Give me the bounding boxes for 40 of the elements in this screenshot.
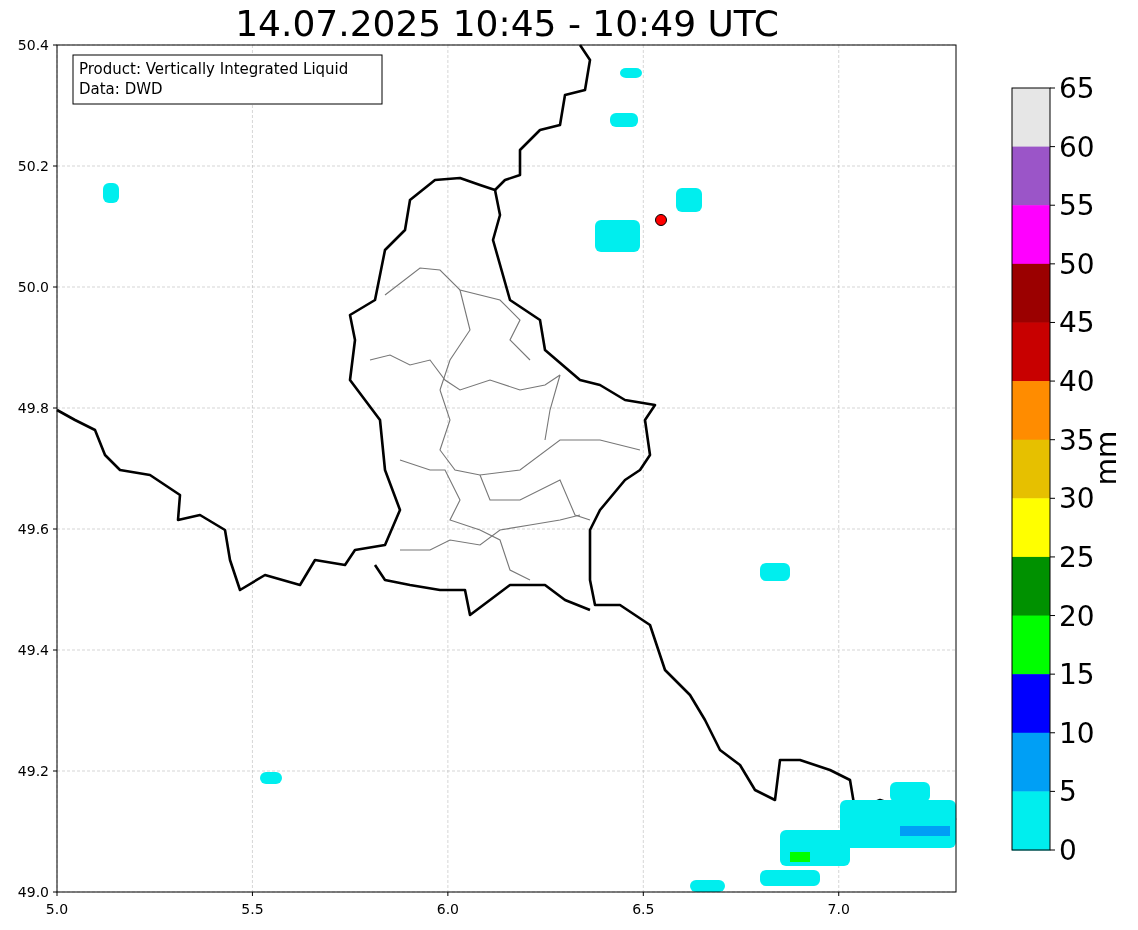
colorbar-tick-label: 45 [1059,306,1095,340]
colorbar-tick-label: 20 [1059,599,1095,633]
axis-tick-label: 5.0 [45,901,69,917]
precipitation-echo [760,870,820,886]
axis-tick-label: 49.4 [17,642,49,658]
legend-text: Data: DWD [79,80,163,98]
axis-tick-label: 6.0 [436,901,459,917]
axis-tick-label: 50.2 [17,158,49,174]
precipitation-echo [610,113,638,127]
colorbar-tick-label: 15 [1059,658,1095,692]
axis-tick-label: 5.5 [241,901,264,917]
colorbar-tick-label: 0 [1059,834,1077,867]
axis-tick-label: 49.2 [17,763,49,779]
axis-tick-label: 50.0 [17,279,49,295]
precipitation-echo [260,772,282,784]
colorbar-tick-label: 65 [1059,72,1095,105]
precipitation-echo [103,183,119,203]
chart-title: 14.07.2025 10:45 - 10:49 UTC [235,3,779,44]
colorbar-tick-label: 10 [1059,716,1095,750]
colorbar-tick-label: 55 [1059,189,1095,223]
precipitation-echo [595,220,640,252]
axis-tick-label: 49.0 [17,884,49,900]
colorbar-tick-label: 60 [1059,130,1095,164]
axis-tick-label: 49.6 [17,521,49,537]
location-marker [655,214,667,226]
precipitation-echo [676,188,702,212]
colorbar-tick-label: 5 [1059,775,1077,809]
axis-tick-label: 6.5 [632,901,655,917]
precipitation-echo [760,563,790,581]
precipitation-echo [620,68,642,78]
colorbar-tick-label: 25 [1059,540,1095,574]
legend-text: Product: Vertically Integrated Liquid [79,60,349,78]
axis-tick-label: 7.0 [827,901,850,917]
precipitation-echo [690,880,725,892]
colorbar-tick-label: 35 [1059,423,1095,457]
colorbar-tick-label: 50 [1059,247,1095,281]
axis-tick-label: 49.8 [17,400,49,416]
axis-tick-label: 50.4 [17,37,49,53]
colorbar-tick-label: 40 [1059,365,1095,399]
colorbar-tick-label: 30 [1059,482,1095,516]
